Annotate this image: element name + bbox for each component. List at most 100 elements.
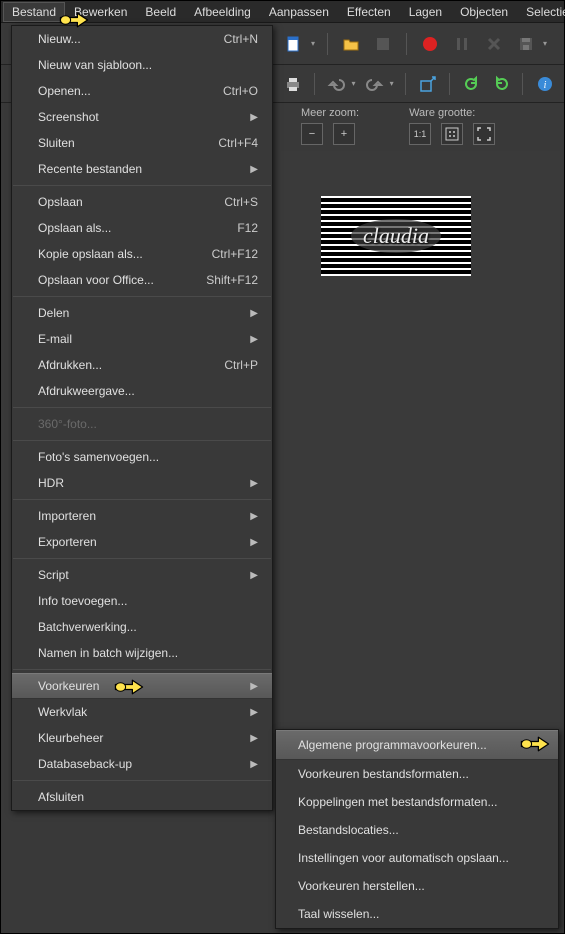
stop-icon[interactable]: [370, 31, 396, 57]
zoom-in-button[interactable]: +: [333, 123, 355, 145]
menu-item[interactable]: Databaseback-up▶: [12, 751, 272, 777]
undo-green-icon[interactable]: [460, 71, 483, 97]
submenu-item-label: Voorkeuren bestandsformaten...: [298, 767, 469, 781]
menu-item-shortcut: Ctrl+O: [203, 84, 258, 98]
menu-item-shortcut: Ctrl+N: [204, 32, 258, 46]
submenu-item[interactable]: Koppelingen met bestandsformaten...: [276, 788, 558, 816]
menu-item[interactable]: Script▶: [12, 562, 272, 588]
chevron-down-icon[interactable]: ▾: [541, 39, 549, 48]
menu-item-shortcut: F12: [217, 221, 258, 235]
menu-item[interactable]: HDR▶: [12, 470, 272, 496]
menu-item-label: Afsluiten: [38, 790, 84, 804]
submenu-arrow-icon: ▶: [250, 537, 258, 548]
menu-item-label: Namen in batch wijzigen...: [38, 646, 178, 660]
menu-item-label: Voorkeuren: [38, 679, 99, 693]
print-icon[interactable]: [281, 71, 304, 97]
menu-item[interactable]: Openen... Ctrl+O: [12, 78, 272, 104]
menu-item[interactable]: Kopie opslaan als...Ctrl+F12: [12, 241, 272, 267]
menu-separator: [13, 558, 271, 559]
menu-beeld[interactable]: Beeld: [136, 2, 185, 22]
menu-item-shortcut: Ctrl+F4: [198, 136, 258, 150]
record-icon[interactable]: [417, 31, 443, 57]
menu-item[interactable]: Importeren▶: [12, 503, 272, 529]
menu-item[interactable]: Screenshot▶: [12, 104, 272, 130]
menu-item[interactable]: Nieuw... Ctrl+N: [12, 26, 272, 52]
menu-effecten[interactable]: Effecten: [338, 2, 400, 22]
menu-item-label: Openen...: [38, 84, 91, 98]
menu-item-label: Kleurbeheer: [38, 731, 103, 745]
menu-item[interactable]: Batchverwerking...: [12, 614, 272, 640]
menu-item[interactable]: Afdrukweergave...: [12, 378, 272, 404]
resize-icon[interactable]: [416, 71, 439, 97]
separator: [406, 33, 407, 55]
submenu-item-label: Voorkeuren herstellen...: [298, 879, 425, 893]
menu-item[interactable]: Recente bestanden▶: [12, 156, 272, 182]
menu-item-label: Batchverwerking...: [38, 620, 137, 634]
menu-aanpassen[interactable]: Aanpassen: [260, 2, 338, 22]
menu-afbeelding[interactable]: Afbeelding: [185, 2, 260, 22]
menu-separator: [13, 296, 271, 297]
menu-item[interactable]: SluitenCtrl+F4: [12, 130, 272, 156]
menu-separator: [13, 780, 271, 781]
menu-bestand[interactable]: Bestand: [3, 2, 65, 22]
image-preview: claudia: [321, 196, 471, 276]
undo-icon[interactable]: [325, 71, 348, 97]
submenu-item[interactable]: Voorkeuren herstellen...: [276, 872, 558, 900]
chevron-down-icon[interactable]: ▾: [350, 79, 357, 88]
pause-icon[interactable]: [449, 31, 475, 57]
menu-item[interactable]: Info toevoegen...: [12, 588, 272, 614]
fullscreen-button[interactable]: [473, 123, 495, 145]
menu-item[interactable]: Delen▶: [12, 300, 272, 326]
redo-green-icon[interactable]: [489, 71, 512, 97]
menu-item[interactable]: Voorkeuren ▶: [12, 673, 272, 699]
menu-item[interactable]: E-mail▶: [12, 326, 272, 352]
menu-item[interactable]: Opslaan als...F12: [12, 215, 272, 241]
menu-separator: [13, 669, 271, 670]
menu-item[interactable]: Afdrukken...Ctrl+P: [12, 352, 272, 378]
menu-item-label: Opslaan voor Office...: [38, 273, 154, 287]
menu-separator: [13, 499, 271, 500]
zoom-out-button[interactable]: −: [301, 123, 323, 145]
menu-item: 360°-foto...: [12, 411, 272, 437]
menu-item[interactable]: Opslaan voor Office...Shift+F12: [12, 267, 272, 293]
actual-size-1to1-button[interactable]: 1:1: [409, 123, 431, 145]
info-icon[interactable]: i: [533, 71, 556, 97]
menu-item[interactable]: OpslaanCtrl+S: [12, 189, 272, 215]
redo-icon[interactable]: [363, 71, 386, 97]
cancel-icon[interactable]: [481, 31, 507, 57]
submenu-item[interactable]: Bestandslocaties...: [276, 816, 558, 844]
chevron-down-icon[interactable]: ▾: [388, 79, 395, 88]
menu-item[interactable]: Werkvlak▶: [12, 699, 272, 725]
menu-item-label: Nieuw...: [38, 32, 81, 46]
menu-item-shortcut: Ctrl+P: [204, 358, 258, 372]
menu-item[interactable]: Exporteren▶: [12, 529, 272, 555]
save-icon[interactable]: [513, 31, 539, 57]
submenu-item[interactable]: Instellingen voor automatisch opslaan...: [276, 844, 558, 872]
menu-lagen[interactable]: Lagen: [400, 2, 451, 22]
menu-separator: [13, 407, 271, 408]
menu-item[interactable]: Kleurbeheer▶: [12, 725, 272, 751]
submenu-item[interactable]: Taal wisselen...: [276, 900, 558, 928]
submenu-arrow-icon: ▶: [250, 112, 258, 123]
menu-item-label: Werkvlak: [38, 705, 87, 719]
menu-item[interactable]: Foto's samenvoegen...: [12, 444, 272, 470]
menu-objecten[interactable]: Objecten: [451, 2, 517, 22]
menu-item-shortcut: Ctrl+F12: [192, 247, 258, 261]
menu-item-label: Nieuw van sjabloon...: [38, 58, 152, 72]
submenu-arrow-icon: ▶: [250, 511, 258, 522]
open-folder-icon[interactable]: [338, 31, 364, 57]
fit-window-button[interactable]: [441, 123, 463, 145]
submenu-item-label: Koppelingen met bestandsformaten...: [298, 795, 497, 809]
chevron-down-icon[interactable]: ▾: [309, 39, 317, 48]
submenu-item[interactable]: Voorkeuren bestandsformaten...: [276, 760, 558, 788]
menu-item[interactable]: Namen in batch wijzigen...: [12, 640, 272, 666]
submenu-item[interactable]: Algemene programmavoorkeuren...: [276, 730, 558, 760]
new-document-icon[interactable]: [281, 31, 307, 57]
submenu-arrow-icon: ▶: [250, 759, 258, 770]
submenu-arrow-icon: ▶: [250, 681, 258, 692]
annotation-pointer-icon: [57, 9, 91, 31]
menu-selecties[interactable]: Selecties: [517, 2, 565, 22]
menu-item-label: Script: [38, 568, 69, 582]
menu-item[interactable]: Afsluiten: [12, 784, 272, 810]
menu-item[interactable]: Nieuw van sjabloon...: [12, 52, 272, 78]
